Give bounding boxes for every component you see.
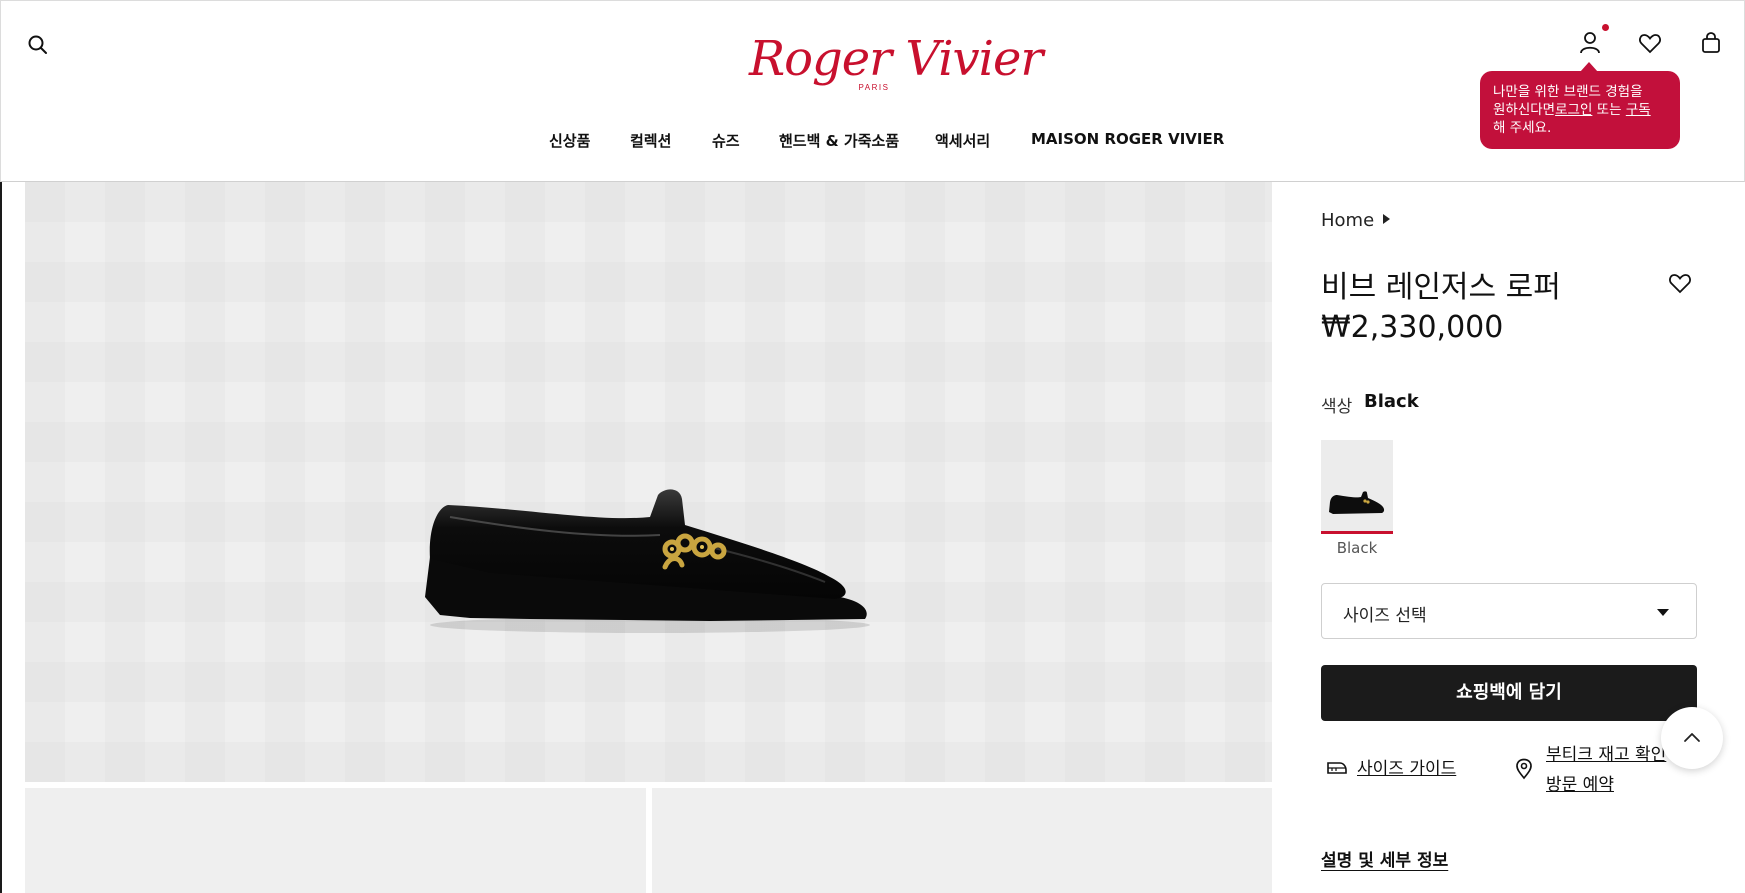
swatch-shoe-icon: [1329, 491, 1385, 514]
ruler-icon: [1327, 762, 1347, 774]
tooltip-text: 원하신다면: [1493, 102, 1556, 118]
boutique-visit-label: 방문 예약: [1546, 775, 1614, 795]
product-thumbnail-1[interactable]: [25, 788, 646, 893]
nav-item-accessories[interactable]: 액세서리: [935, 130, 990, 151]
account-icon[interactable]: [1577, 30, 1603, 56]
color-label: 색상: [1321, 397, 1353, 417]
add-to-bag-button[interactable]: 쇼핑백에 담기: [1321, 665, 1697, 721]
loafer-shoe-image: [425, 489, 870, 633]
site-header: Roger Vivier PARIS 신상품 컬렉션 슈즈 핸드백 & 가죽소품…: [0, 0, 1745, 182]
tab-description-details[interactable]: 설명 및 세부 정보: [1321, 846, 1448, 871]
search-icon[interactable]: [27, 34, 49, 56]
product-main-image[interactable]: [25, 182, 1272, 782]
tooltip-line3: 해 주세요.: [1493, 120, 1552, 136]
login-tooltip: 나만을 위한 브랜드 경험을 원하신다면로그인 또는 구독 해 주세요.: [1480, 62, 1680, 149]
chevron-up-icon: [1684, 733, 1700, 742]
scroll-to-top-button[interactable]: [1661, 707, 1723, 769]
color-value: Black: [1364, 391, 1419, 412]
boutique-stock-label: 부티크 재고 확인: [1546, 745, 1667, 765]
nav-item-bags[interactable]: 핸드백 & 가죽소품: [779, 130, 899, 151]
product-price: ₩2,330,000: [1321, 310, 1504, 345]
breadcrumb-home[interactable]: Home: [1321, 210, 1374, 231]
tooltip-line1: 나만을 위한 브랜드 경험을: [1493, 84, 1643, 100]
heart-icon[interactable]: [1637, 30, 1663, 56]
size-select-label: 사이즈 선택: [1343, 606, 1427, 626]
product-thumbnail-2[interactable]: [652, 788, 1272, 893]
wishlist-heart-icon[interactable]: [1667, 270, 1693, 296]
breadcrumb-arrow-icon: [1383, 214, 1390, 224]
nav-item-maison[interactable]: MAISON ROGER VIVIER: [1031, 130, 1224, 148]
left-edge-divider: [0, 182, 2, 893]
nav-item-shoes[interactable]: 슈즈: [712, 130, 740, 151]
logo-wordmark: Roger Vivier: [749, 31, 1043, 87]
nav-item-collection[interactable]: 컬렉션: [630, 130, 671, 151]
bag-icon[interactable]: [1698, 30, 1724, 56]
size-select-dropdown[interactable]: 사이즈 선택: [1321, 583, 1697, 639]
tooltip-text-mid: 또는: [1592, 102, 1626, 118]
color-swatch-black[interactable]: [1321, 440, 1393, 534]
notification-dot: [1602, 24, 1609, 31]
tooltip-line2: 원하신다면로그인 또는 구독: [1493, 101, 1668, 119]
login-link[interactable]: 로그인: [1555, 102, 1592, 118]
swatch-label: Black: [1336, 539, 1378, 557]
subscribe-link[interactable]: 구독: [1626, 102, 1651, 118]
location-pin-icon: [1516, 758, 1532, 780]
brand-logo[interactable]: Roger Vivier PARIS: [749, 31, 1043, 99]
chevron-down-icon: [1657, 609, 1669, 616]
size-guide-label: 사이즈 가이드: [1357, 759, 1457, 779]
product-title: 비브 레인저스 로퍼: [1321, 270, 1561, 305]
nav-item-new[interactable]: 신상품: [549, 130, 590, 151]
